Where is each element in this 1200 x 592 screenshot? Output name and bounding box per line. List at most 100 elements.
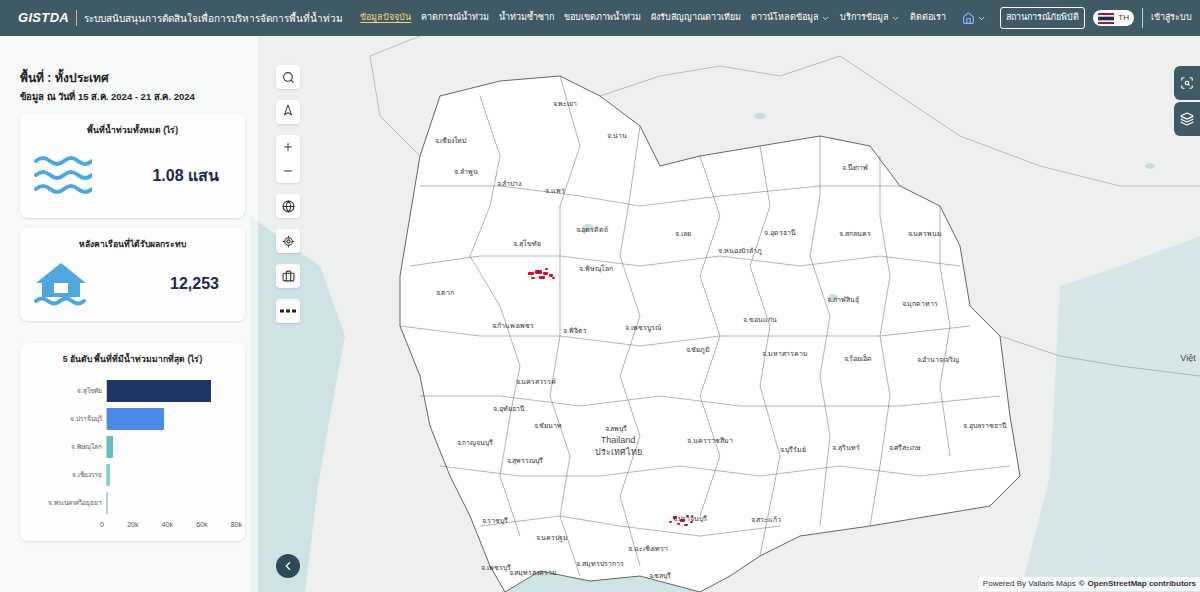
country-label: Thailand [601,436,636,445]
briefcase-icon [282,270,295,283]
chart-bar[interactable] [107,408,164,430]
province-label: จ.ปราจีนบุรี [673,515,708,522]
chart-row: จ.พระนครศรีอยุธยา [28,492,237,514]
zoom-in-button[interactable] [276,135,300,159]
province-label: จ.มุกดาหาร [902,300,939,307]
right-tools [1174,66,1200,136]
province-label: จ.พิษณุโลก [579,265,613,272]
province-label: จ.พิจิตร [563,327,587,334]
province-label: จ.ชัยนาท [534,422,563,429]
province-label: จ.สุพรรณบุรี [507,457,544,464]
province-label: จ.ศรีสะเกษ [889,444,922,451]
province-label: จ.ราชบุรี [482,517,509,524]
province-label: จ.ชัยภูมิ [686,346,711,353]
province-label: จ.ตาก [436,289,455,296]
stat-title: พื้นที่น้ำท่วมทั้งหมด (ไร่) [34,124,231,137]
nav-item[interactable]: ข้อมูลปัจจุบัน [360,11,411,25]
home-menu[interactable] [962,12,986,25]
nav-item[interactable]: น้ำท่วมซ้ำซาก [499,11,554,25]
chart-bar[interactable] [107,464,110,486]
nav-item[interactable]: บริการข้อมูล [840,11,900,25]
province-label: จ.นครราชสีมา [687,437,733,444]
nav-item[interactable]: คาดการณ์น้ำท่วม [421,11,489,25]
province-label: จ.กาญจนบุรี [457,439,494,446]
collapse-panel-button[interactable] [276,554,300,578]
province-label: จ.บึงกาฬ [842,164,868,171]
home-icon [962,12,975,25]
province-label: จ.แพร่ [545,187,565,194]
chart-row: จ.เชียงราย [28,464,237,486]
area-label: พื้นที่ : ทั้งประเทศ [20,69,245,87]
province-label: จ.อุบลราชธานี [963,422,1007,429]
axis-tick: 80k [231,520,242,531]
province-label: จ.สุโขทัย [513,240,541,247]
chart-bar[interactable] [107,492,108,514]
login-link[interactable]: เข้าสู่ระบบ [1151,11,1192,25]
nav-item[interactable]: ขอบเขตภาพน้ำท่วม [564,11,641,25]
stat-card: พื้นที่น้ำท่วมทั้งหมด (ไร่) 1.08 แสน [20,114,245,218]
province-label: จ.เพชรบูรณ์ [625,324,661,331]
logo-divider [76,10,77,26]
province-label: จ.เชียงใหม่ [435,137,468,144]
chart-row: จ.ปราจีนบุรี [28,408,237,430]
bar-label: จ.ปราจีนบุรี [28,415,106,423]
province-label: จ.ฉะเชิงเทรา [628,545,668,552]
nav-item[interactable]: ติดต่อเรา [910,11,946,25]
bar-label: จ.พิษณุโลก [28,443,106,451]
nav-item[interactable]: ดาวน์โหลดข้อมูล [751,11,830,25]
axis-tick: 40k [162,520,173,531]
gistda-logo[interactable]: GISTDA [18,8,69,28]
chart-bar[interactable] [107,380,211,402]
province-label: จ.บุรีรัมย์ [780,446,807,453]
province-label: จ.หนองบัวลำภู [718,247,762,254]
minus-icon [282,165,294,177]
province-label: จ.สระแก้ว [751,516,782,523]
inspect-button[interactable] [1174,66,1200,100]
zoom-controls [276,135,300,183]
nav-item[interactable]: ผังรับสัญญาณดาวเทียม [651,11,741,25]
flood-wave-icon [34,155,92,197]
province-label: จ.ร้อยเอ็ด [844,355,873,362]
province-label: จ.นครพนม [908,230,943,237]
map-attribution: Powered By Vallaris Maps©OpenStreetMap c… [979,577,1200,591]
province-label: จ.กำแพงเพชร [492,322,535,329]
globe-button[interactable] [276,194,300,218]
chevron-left-icon [281,559,295,573]
province-label: จ.เลย [675,230,691,237]
province-label: จ.กาฬสินธุ์ [827,296,859,303]
navigation-arrow-icon [280,104,297,121]
app-title: ระบบสนับสนุนการตัดสินใจเพื่อการบริหารจัด… [84,11,343,26]
axis-tick: 0 [100,520,104,531]
language-switch[interactable]: TH [1093,10,1134,26]
stat-card: หลังคาเรือนที่ได้รับผลกระทบ 12,253 [20,228,245,321]
dashed-line-icon [280,309,296,313]
bar-label: จ.สุโขทัย [28,387,106,395]
chart-row: จ.พิษณุโลก [28,436,237,458]
layers-button[interactable] [1174,102,1200,136]
zoom-out-button[interactable] [276,159,300,183]
locate-button[interactable] [276,229,300,253]
stat-title: หลังคาเรือนที่ได้รับผลกระทบ [34,238,231,251]
disaster-button[interactable]: สถานการณ์ภัยพิบัติ [1000,7,1085,29]
date-label: ข้อมูล ณ วันที่ 15 ส.ค. 2024 - 21 ส.ค. 2… [20,90,245,104]
measure-button[interactable] [276,299,300,323]
north-button[interactable] [276,100,300,124]
search-button[interactable] [276,65,300,89]
province-label: จ.อุดรธานี [764,229,796,236]
bar-label: จ.พระนครศรีอยุธยา [28,499,106,507]
stat-value: 1.08 แสน [152,164,219,188]
province-label: จ.อุทัยธานี [493,405,525,412]
divider [1142,8,1143,28]
chart-row: จ.สุโขทัย [28,380,237,402]
province-label: จ.สมุทรปราการ [576,560,624,567]
province-label: จ.น่าน [607,132,627,139]
main-nav: ข้อมูลปัจจุบัน คาดการณ์น้ำท่วม น้ำท่วมซ้ำซ… [360,11,946,25]
globe-icon [282,200,295,213]
axis-tick: 60k [196,520,207,531]
stat-value: 12,253 [170,272,219,296]
chart-bar[interactable] [107,436,113,458]
province-label: จ.สุรินทร์ [832,444,860,451]
map-area: จ.พะเยาจ.น่านจ.เชียงใหม่จ.ลำปางจ.แพร่จ.ล… [0,36,1200,592]
province-label: จ.ขอนแก่น [743,316,777,323]
tools-button[interactable] [276,264,300,288]
